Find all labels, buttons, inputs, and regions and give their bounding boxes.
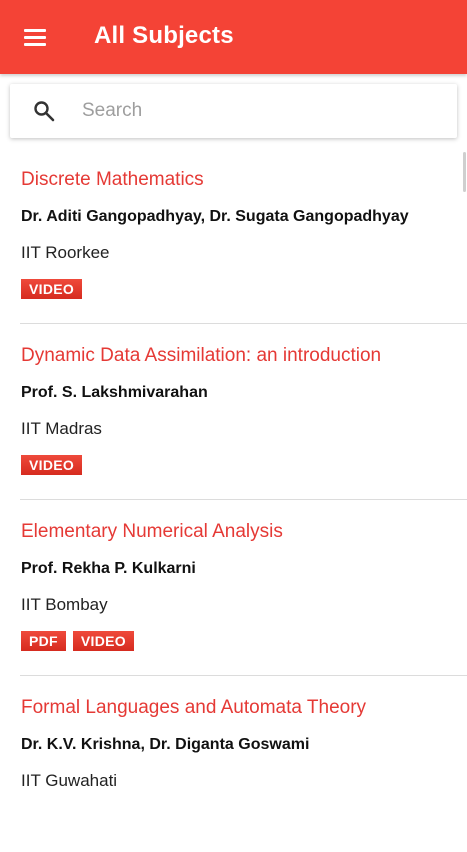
list-item[interactable]: Formal Languages and Automata Theory Dr.… <box>0 676 467 852</box>
video-badge[interactable]: VIDEO <box>21 279 83 299</box>
course-title[interactable]: Elementary Numerical Analysis <box>21 520 467 544</box>
page-title: All Subjects <box>94 22 234 49</box>
course-institute: IIT Guwahati <box>21 771 118 790</box>
course-institute: IIT Bombay <box>21 595 108 614</box>
list-item[interactable]: Dynamic Data Assimilation: an introducti… <box>0 324 467 500</box>
list-item[interactable]: Elementary Numerical Analysis Prof. Rekh… <box>0 500 467 676</box>
course-title[interactable]: Discrete Mathematics <box>21 168 467 192</box>
course-institute: IIT Madras <box>21 419 102 438</box>
course-title[interactable]: Dynamic Data Assimilation: an introducti… <box>21 344 467 368</box>
menu-icon <box>24 29 46 46</box>
menu-button[interactable] <box>16 18 54 56</box>
course-professors: Dr. Aditi Gangopadhyay, Dr. Sugata Gango… <box>21 208 409 225</box>
course-professors: Dr. K.V. Krishna, Dr. Diganta Goswami <box>21 736 310 753</box>
course-professors: Prof. S. Lakshmivarahan <box>21 384 208 401</box>
search-icon <box>34 101 55 122</box>
course-list: Discrete Mathematics Dr. Aditi Gangopadh… <box>0 148 467 852</box>
course-title[interactable]: Formal Languages and Automata Theory <box>21 696 467 720</box>
course-institute: IIT Roorkee <box>21 243 110 262</box>
pdf-badge[interactable]: PDF <box>21 631 66 651</box>
video-badge[interactable]: VIDEO <box>21 455 83 475</box>
app-bar: All Subjects <box>0 0 467 74</box>
video-badge[interactable]: VIDEO <box>72 631 134 651</box>
course-professors: Prof. Rekha P. Kulkarni <box>21 560 196 577</box>
search-input[interactable] <box>80 99 424 123</box>
list-item[interactable]: Discrete Mathematics Dr. Aditi Gangopadh… <box>0 148 467 324</box>
search-bar[interactable] <box>10 84 457 138</box>
